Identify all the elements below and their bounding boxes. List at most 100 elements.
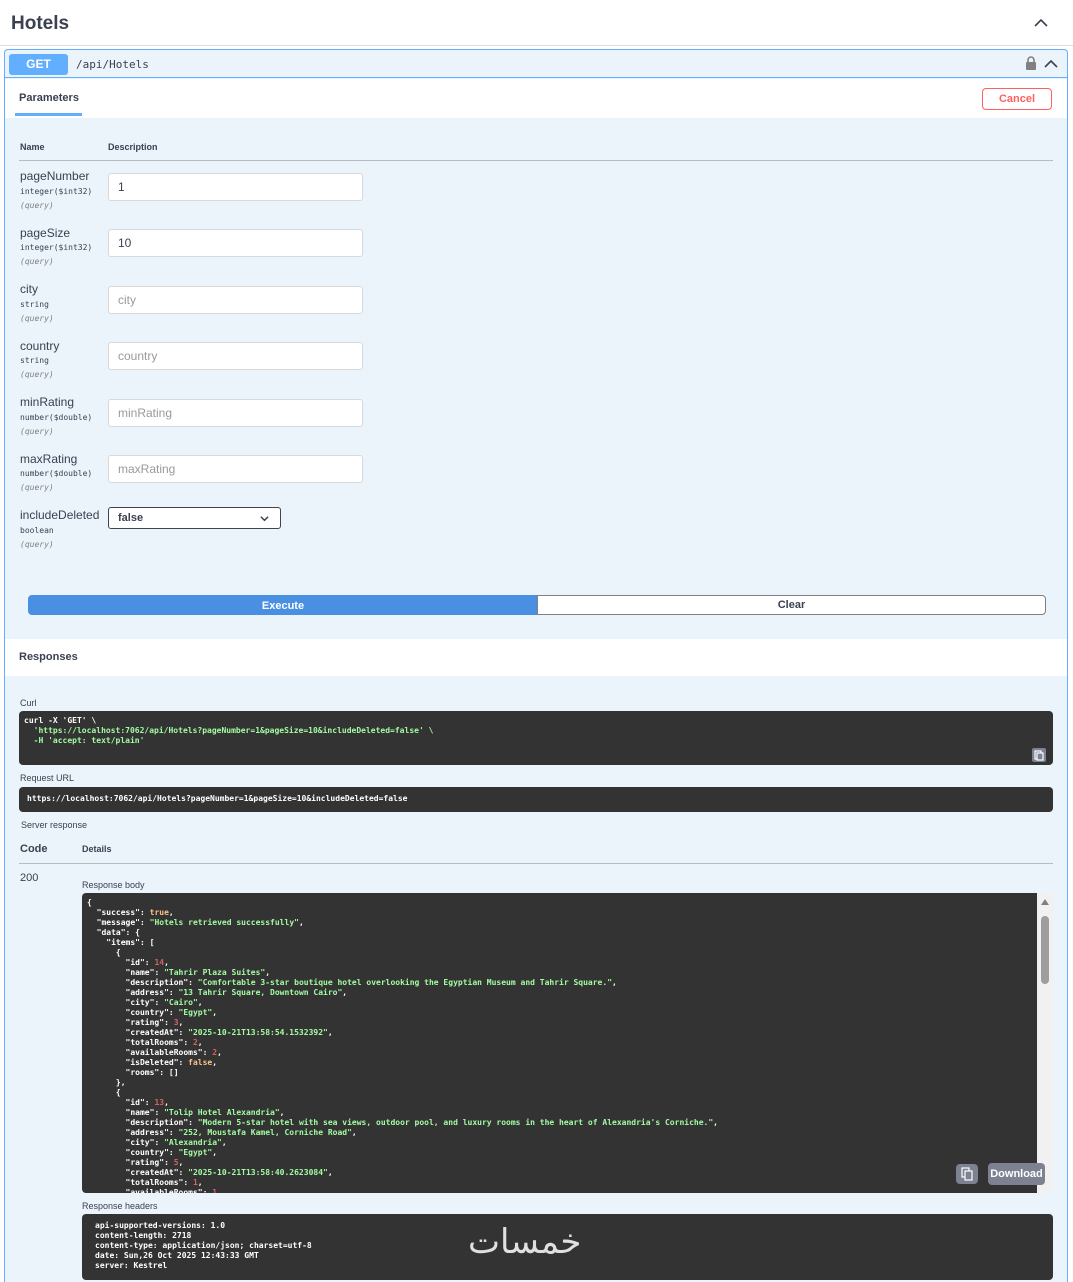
clear-button[interactable]: Clear [537,595,1046,615]
curl-line: curl -X 'GET' \ [24,716,97,725]
lock-icon[interactable] [1025,56,1037,71]
json-line: "city": "Alexandria", [87,1138,1053,1148]
scroll-up-arrow[interactable] [1041,899,1049,905]
json-token: : [188,978,198,987]
param-type: string [20,300,49,309]
json-token: "createdAt" [125,1168,179,1177]
json-token: , [212,1148,218,1157]
json-token: "id" [125,1098,145,1107]
json-line: "data": { [87,928,1053,938]
param-name: pageSize [20,226,71,240]
scrollbar[interactable] [1037,893,1053,1193]
param-location: (query) [20,201,54,210]
json-token: "Egypt" [178,1008,213,1017]
request-url[interactable]: https://localhost:7062/api/Hotels?pageNu… [19,787,1053,812]
details-column-header: Details [82,844,112,854]
minrating-input[interactable] [108,399,363,427]
json-token: "description" [125,978,189,987]
json-line: "rating": 3, [87,1018,1053,1028]
pagesize-input[interactable] [108,229,363,257]
json-token: : [ [139,938,155,947]
maxrating-input[interactable] [108,455,363,483]
json-token: : [144,958,155,967]
json-token: "Egypt" [178,1148,213,1157]
json-token: , [327,1028,333,1037]
json-token: "isDeleted" [125,1058,179,1067]
cancel-button[interactable]: Cancel [982,88,1052,110]
json-token: : [168,1148,179,1157]
json-token: "message" [96,918,140,927]
tab-parameters[interactable]: Parameters [19,92,79,104]
copy-to-clipboard-button[interactable] [956,1164,978,1184]
json-line: "availableRooms": 2, [87,1048,1053,1058]
city-input[interactable] [108,286,363,314]
response-body[interactable]: { "success": true, "message": "Hotels re… [82,893,1053,1193]
param-location: (query) [20,540,54,549]
json-line: "city": "Cairo", [87,998,1053,1008]
execute-button[interactable]: Execute [28,595,538,615]
json-token: "id" [125,958,145,967]
includedeleted-select[interactable]: false [108,507,281,529]
divider [19,160,1053,161]
json-token: : [183,1038,193,1047]
json-line: "id": 13, [87,1098,1053,1108]
opblock-get-hotels: GET /api/Hotels Parameters Cancel Name D… [4,49,1068,1282]
json-token: "totalRooms" [125,1178,184,1187]
json-line: "address": "252, Moustafa Kamel, Cornich… [87,1128,1053,1138]
curl-label: Curl [20,698,37,708]
json-token: "country" [125,1148,169,1157]
json-line: { [87,948,1053,958]
json-token: : [202,1188,213,1193]
scroll-thumb[interactable] [1041,916,1049,984]
json-token: : [178,1058,189,1067]
param-type: integer($int32) [20,243,93,252]
json-line: { [87,1088,1053,1098]
country-input[interactable] [108,342,363,370]
json-token: , [178,1158,184,1167]
json-token: "country" [125,1008,169,1017]
response-body-label: Response body [82,880,145,890]
chevron-up-icon[interactable] [1044,57,1058,71]
json-token: "items" [106,938,140,947]
json-token: , [265,968,271,977]
param-name: minRating [20,395,75,409]
json-token: 14 [154,958,165,967]
json-token: : [154,998,165,1007]
download-button[interactable]: Download [988,1163,1045,1185]
json-line: "items": [ [87,938,1053,948]
json-token: "Comfortable 3-star boutique hotel overl… [197,978,613,987]
code-column-header: Code [20,843,48,855]
pagenumber-input[interactable] [108,173,363,201]
json-token: : [183,1178,193,1187]
json-token: "252, Moustafa Kamel, Corniche Road" [178,1128,352,1137]
divider [19,863,1053,864]
json-line: "availableRooms": 1, [87,1188,1053,1193]
tab-underline [15,113,82,116]
chevron-up-icon[interactable] [1033,15,1049,31]
json-token: }, [87,1078,126,1087]
json-line: "message": "Hotels retrieved successfull… [87,918,1053,928]
curl-code[interactable]: curl -X 'GET' \ 'https://localhost:7062/… [19,711,1053,765]
json-token: , [351,1128,357,1137]
tag-header[interactable]: Hotels [0,0,1073,46]
json-token: "Hotels retrieved successfully" [149,918,299,927]
operation-summary[interactable]: GET /api/Hotels [5,50,1067,78]
param-type: integer($int32) [20,187,93,196]
copy-to-clipboard-icon[interactable] [1031,747,1047,763]
param-name: city [20,282,38,296]
json-line: "success": true, [87,908,1053,918]
json-line: "createdAt": "2025-10-21T13:58:54.153239… [87,1028,1053,1038]
json-token: , [279,1108,285,1117]
